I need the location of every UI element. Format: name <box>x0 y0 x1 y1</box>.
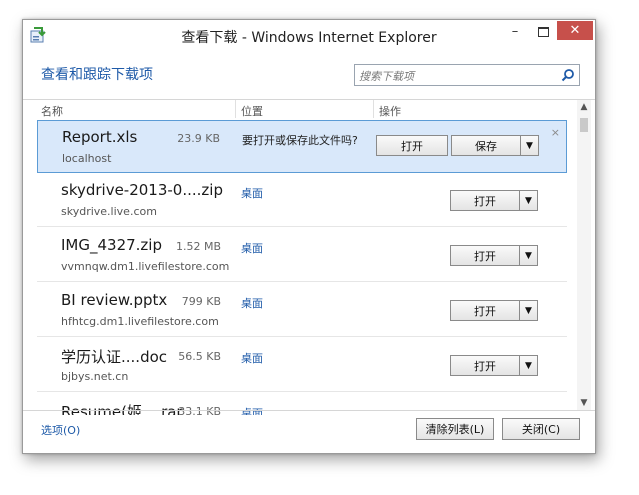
scroll-thumb[interactable] <box>580 118 588 132</box>
search-icon[interactable] <box>561 68 575 82</box>
column-header-actions[interactable]: 操作 <box>379 103 401 119</box>
open-button[interactable]: 打开 <box>450 245 520 266</box>
file-location-link[interactable]: 桌面 <box>241 240 263 256</box>
file-source: bjbys.net.cn <box>61 370 129 383</box>
close-button[interactable]: 关闭(C) <box>502 418 580 440</box>
chevron-down-icon: ▼ <box>526 141 533 151</box>
download-list: Report.xls 23.9 KB localhost 要打开或保存此文件吗?… <box>37 120 567 415</box>
file-size: 799 KB <box>181 295 221 308</box>
download-row[interactable]: 学历认证....doc 56.5 KB bjbys.net.cn 桌面 打开 ▼ <box>37 339 567 392</box>
maximize-button[interactable] <box>529 22 557 42</box>
download-row[interactable]: Resume(姬....rar 33.1 KB 桌面 <box>37 394 567 415</box>
search-input[interactable]: 搜索下载项 <box>354 64 580 86</box>
file-name: Resume(姬....rar <box>61 403 183 415</box>
file-name: skydrive-2013-0....zip <box>61 181 223 199</box>
minimize-button[interactable]: – <box>501 22 529 42</box>
file-name: 学历认证....doc <box>61 348 168 366</box>
clear-list-button[interactable]: 清除列表(L) <box>416 418 494 440</box>
file-size: 1.52 MB <box>175 240 221 253</box>
search-placeholder: 搜索下载项 <box>359 70 414 83</box>
file-location-link[interactable]: 桌面 <box>241 185 263 201</box>
column-separator <box>373 100 374 118</box>
open-button[interactable]: 打开 <box>450 300 520 321</box>
open-button[interactable]: 打开 <box>450 190 520 211</box>
chevron-down-icon: ▼ <box>525 196 532 206</box>
download-row[interactable]: skydrive-2013-0....zip skydrive.live.com… <box>37 174 567 227</box>
close-window-button[interactable]: ✕ <box>557 21 593 40</box>
column-header-location[interactable]: 位置 <box>241 103 263 119</box>
title-bar[interactable]: 查看下载 - Windows Internet Explorer – ✕ <box>23 20 595 50</box>
download-row[interactable]: IMG_4327.zip 1.52 MB vvmnqw.dm1.livefile… <box>37 229 567 282</box>
file-name: BI review.pptx <box>61 291 168 309</box>
open-button[interactable]: 打开 <box>450 355 520 376</box>
save-button[interactable]: 保存 <box>451 135 521 156</box>
open-save-prompt: 要打开或保存此文件吗? <box>242 134 358 147</box>
column-separator <box>235 100 236 118</box>
maximize-icon <box>537 26 549 37</box>
save-options-arrow[interactable]: ▼ <box>520 135 539 156</box>
page-title: 查看和跟踪下载项 <box>41 67 153 83</box>
download-row-selected[interactable]: Report.xls 23.9 KB localhost 要打开或保存此文件吗?… <box>37 120 567 173</box>
options-link[interactable]: 选项(O) <box>41 422 80 438</box>
dismiss-icon[interactable]: × <box>551 126 560 139</box>
file-source: vvmnqw.dm1.livefilestore.com <box>61 260 230 273</box>
chevron-down-icon: ▼ <box>525 361 532 371</box>
download-manager-window: 查看下载 - Windows Internet Explorer – ✕ 查看和… <box>22 19 596 454</box>
column-header-name[interactable]: 名称 <box>41 103 63 119</box>
file-location-link[interactable]: 桌面 <box>241 350 263 366</box>
chevron-down-icon: ▼ <box>525 251 532 261</box>
open-options-arrow[interactable]: ▼ <box>519 190 538 211</box>
footer-divider <box>23 410 595 411</box>
chevron-down-icon: ▼ <box>525 306 532 316</box>
file-source: hfhtcg.dm1.livefilestore.com <box>61 315 219 328</box>
file-size: 23.9 KB <box>177 132 220 145</box>
scroll-up-icon[interactable]: ▲ <box>577 102 591 114</box>
file-size: 56.5 KB <box>178 350 221 363</box>
download-row[interactable]: BI review.pptx 799 KB hfhtcg.dm1.livefil… <box>37 284 567 337</box>
file-name: Report.xls <box>62 128 138 146</box>
open-options-arrow[interactable]: ▼ <box>519 355 538 376</box>
file-location-link[interactable]: 桌面 <box>241 295 263 311</box>
file-source: skydrive.live.com <box>61 205 157 218</box>
open-button[interactable]: 打开 <box>376 135 448 156</box>
file-name: IMG_4327.zip <box>61 236 162 254</box>
file-source: localhost <box>62 152 112 165</box>
scroll-down-icon[interactable]: ▼ <box>577 398 591 410</box>
open-options-arrow[interactable]: ▼ <box>519 300 538 321</box>
vertical-scrollbar[interactable]: ▲ ▼ <box>577 100 591 410</box>
open-options-arrow[interactable]: ▼ <box>519 245 538 266</box>
header-divider <box>23 99 595 100</box>
